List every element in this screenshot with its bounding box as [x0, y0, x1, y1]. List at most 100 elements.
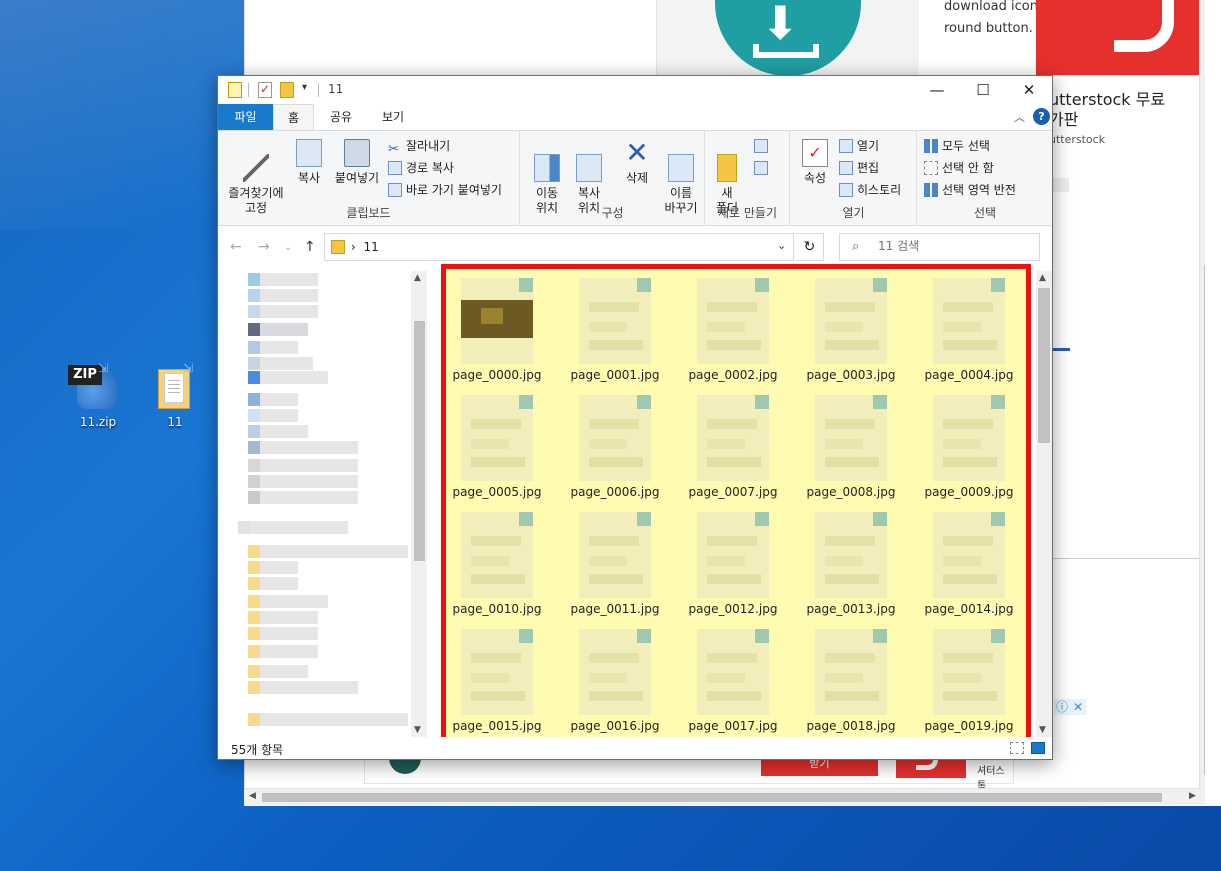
history-button[interactable]: 히스토리 — [839, 180, 901, 200]
nav-item-blurred[interactable] — [248, 305, 318, 318]
easy-access-button[interactable] — [754, 158, 772, 178]
file-thumbnail[interactable]: page_0003.jpg — [801, 276, 901, 386]
file-thumbnail[interactable]: page_0001.jpg — [565, 276, 665, 386]
invert-selection-button[interactable]: 선택 영역 반전 — [924, 180, 1016, 200]
file-explorer-window[interactable]: ✓ ▾ 11 — ☐ ✕ 파일 홈 공유 보기 ︿ ? 즐겨찾기에 고정 복사 … — [217, 75, 1053, 760]
nav-folder-blurred[interactable] — [248, 645, 318, 658]
file-thumbnail[interactable]: page_0014.jpg — [919, 510, 1019, 620]
nav-item-blurred[interactable] — [248, 459, 358, 472]
delete-button[interactable]: ✕ 삭제 — [617, 139, 657, 186]
open-button[interactable]: 열기 — [839, 136, 879, 156]
ad-close-icon[interactable]: ✕ — [1070, 699, 1086, 715]
properties-button[interactable]: ✓ 속성 — [797, 139, 833, 186]
quick-access-dropdown-icon[interactable]: ▾ — [302, 82, 307, 93]
nav-folder-blurred[interactable] — [248, 627, 318, 640]
close-button[interactable]: ✕ — [1006, 76, 1052, 104]
nav-item-blurred[interactable] — [248, 441, 358, 454]
nav-item-blurred[interactable] — [248, 273, 318, 286]
details-view-icon[interactable] — [1010, 742, 1024, 754]
minimize-button[interactable]: — — [914, 76, 960, 104]
title-bar[interactable]: ✓ ▾ 11 — ☐ ✕ — [218, 76, 1052, 104]
paste-shortcut-button[interactable]: 바로 가기 붙여넣기 — [388, 180, 502, 200]
tab-view[interactable]: 보기 — [370, 104, 416, 130]
new-folder-quick-icon[interactable] — [280, 82, 294, 98]
ribbon-collapse-icon[interactable]: ︿ — [1014, 109, 1025, 125]
scroll-left-icon[interactable]: ◀ — [249, 791, 256, 801]
up-arrow-icon[interactable]: ↑ — [304, 239, 316, 255]
nav-item-blurred[interactable] — [248, 371, 328, 384]
copy-button[interactable]: 복사 — [290, 139, 328, 186]
edit-button[interactable]: 편집 — [839, 158, 879, 178]
file-thumbnail[interactable]: page_0009.jpg — [919, 393, 1019, 503]
nav-folder-blurred[interactable] — [248, 561, 298, 574]
nav-folder-blurred[interactable] — [248, 681, 358, 694]
file-thumbnail[interactable]: page_0005.jpg — [447, 393, 547, 503]
scroll-thumb[interactable] — [262, 793, 1162, 802]
address-bar[interactable]: › 11 ⌄ — [324, 233, 794, 261]
file-thumbnail[interactable]: page_0012.jpg — [683, 510, 783, 620]
nav-item-blurred[interactable] — [248, 475, 358, 488]
nav-item-blurred[interactable] — [248, 393, 298, 406]
side-ad-title[interactable]: utterstock 무료 가판 — [1049, 90, 1165, 130]
help-icon[interactable]: ? — [1033, 108, 1050, 125]
scroll-up-icon[interactable]: ▲ — [1039, 273, 1046, 283]
scroll-down-icon[interactable]: ▼ — [414, 725, 421, 735]
copy-path-button[interactable]: 경로 복사 — [388, 158, 454, 178]
scroll-thumb[interactable] — [1038, 288, 1050, 443]
browser-horizontal-scrollbar[interactable]: ◀ ▶ — [244, 788, 1205, 805]
nav-item-blurred[interactable] — [238, 521, 348, 534]
ad-info-icon[interactable]: ⓘ — [1054, 699, 1070, 715]
file-thumbnail[interactable]: page_0010.jpg — [447, 510, 547, 620]
select-none-button[interactable]: 선택 안 함 — [924, 158, 994, 178]
file-thumbnail[interactable]: page_0015.jpg — [447, 627, 547, 733]
new-item-button[interactable] — [754, 136, 772, 156]
file-thumbnail[interactable]: page_0013.jpg — [801, 510, 901, 620]
nav-item-blurred[interactable] — [248, 341, 298, 354]
breadcrumb-folder[interactable]: 11 — [363, 240, 378, 254]
file-thumbnail[interactable]: page_0017.jpg — [683, 627, 783, 733]
tab-file[interactable]: 파일 — [218, 104, 273, 130]
address-dropdown-icon[interactable]: ⌄ — [777, 239, 786, 252]
desktop-icon-zip[interactable]: ZIP ⇲ 11.zip — [68, 361, 128, 435]
forward-arrow-icon[interactable]: → — [258, 239, 270, 255]
nav-folder-blurred[interactable] — [248, 595, 328, 608]
scroll-right-icon[interactable]: ▶ — [1189, 791, 1196, 801]
properties-quick-icon[interactable] — [228, 82, 242, 98]
refresh-button[interactable]: ↻ — [796, 233, 824, 261]
bottom-ad-banner[interactable]: 받기 셔터스톡 — [364, 752, 1014, 792]
file-thumbnail[interactable]: page_0000.jpg — [447, 276, 547, 386]
search-box[interactable]: ⌕ — [839, 233, 1040, 261]
file-thumbnail[interactable]: page_0019.jpg — [919, 627, 1019, 733]
nav-folder-blurred[interactable] — [248, 713, 408, 726]
select-all-button[interactable]: 모두 선택 — [924, 136, 990, 156]
cut-button[interactable]: ✂ 잘라내기 — [388, 136, 450, 157]
file-thumbnail[interactable]: page_0011.jpg — [565, 510, 665, 620]
ad-cta-button[interactable]: 받기 — [761, 758, 878, 776]
nav-folder-blurred[interactable] — [248, 665, 308, 678]
nav-folder-blurred[interactable] — [248, 611, 318, 624]
checkmark-quick-icon[interactable]: ✓ — [258, 82, 272, 98]
nav-item-blurred[interactable] — [248, 425, 308, 438]
large-icons-view-icon[interactable] — [1031, 742, 1045, 754]
file-thumbnail[interactable]: page_0008.jpg — [801, 393, 901, 503]
scroll-thumb[interactable] — [414, 321, 425, 561]
ad-choices[interactable]: ⓘ ✕ — [1054, 699, 1088, 715]
tab-share[interactable]: 공유 — [318, 104, 364, 130]
file-thumbnail[interactable]: page_0006.jpg — [565, 393, 665, 503]
nav-item-blurred[interactable] — [248, 289, 318, 302]
nav-folder-blurred[interactable] — [248, 545, 408, 558]
tab-home[interactable]: 홈 — [273, 104, 314, 130]
nav-item-blurred[interactable] — [248, 357, 313, 370]
nav-item-blurred[interactable] — [248, 323, 308, 336]
desktop-icon-folder[interactable]: ⇲ 11 — [145, 361, 205, 435]
paste-button[interactable]: 붙여넣기 — [330, 139, 384, 186]
file-thumbnail[interactable]: page_0016.jpg — [565, 627, 665, 733]
scroll-up-icon[interactable]: ▲ — [414, 273, 421, 283]
content-scrollbar[interactable]: ▲ ▼ — [1036, 271, 1052, 737]
nav-item-blurred[interactable] — [248, 491, 358, 504]
file-thumbnail[interactable]: page_0018.jpg — [801, 627, 901, 733]
scroll-down-icon[interactable]: ▼ — [1039, 725, 1046, 735]
shutterstock-logo[interactable] — [1036, 0, 1199, 75]
nav-folder-blurred[interactable] — [248, 577, 298, 590]
nav-item-blurred[interactable] — [248, 409, 298, 422]
